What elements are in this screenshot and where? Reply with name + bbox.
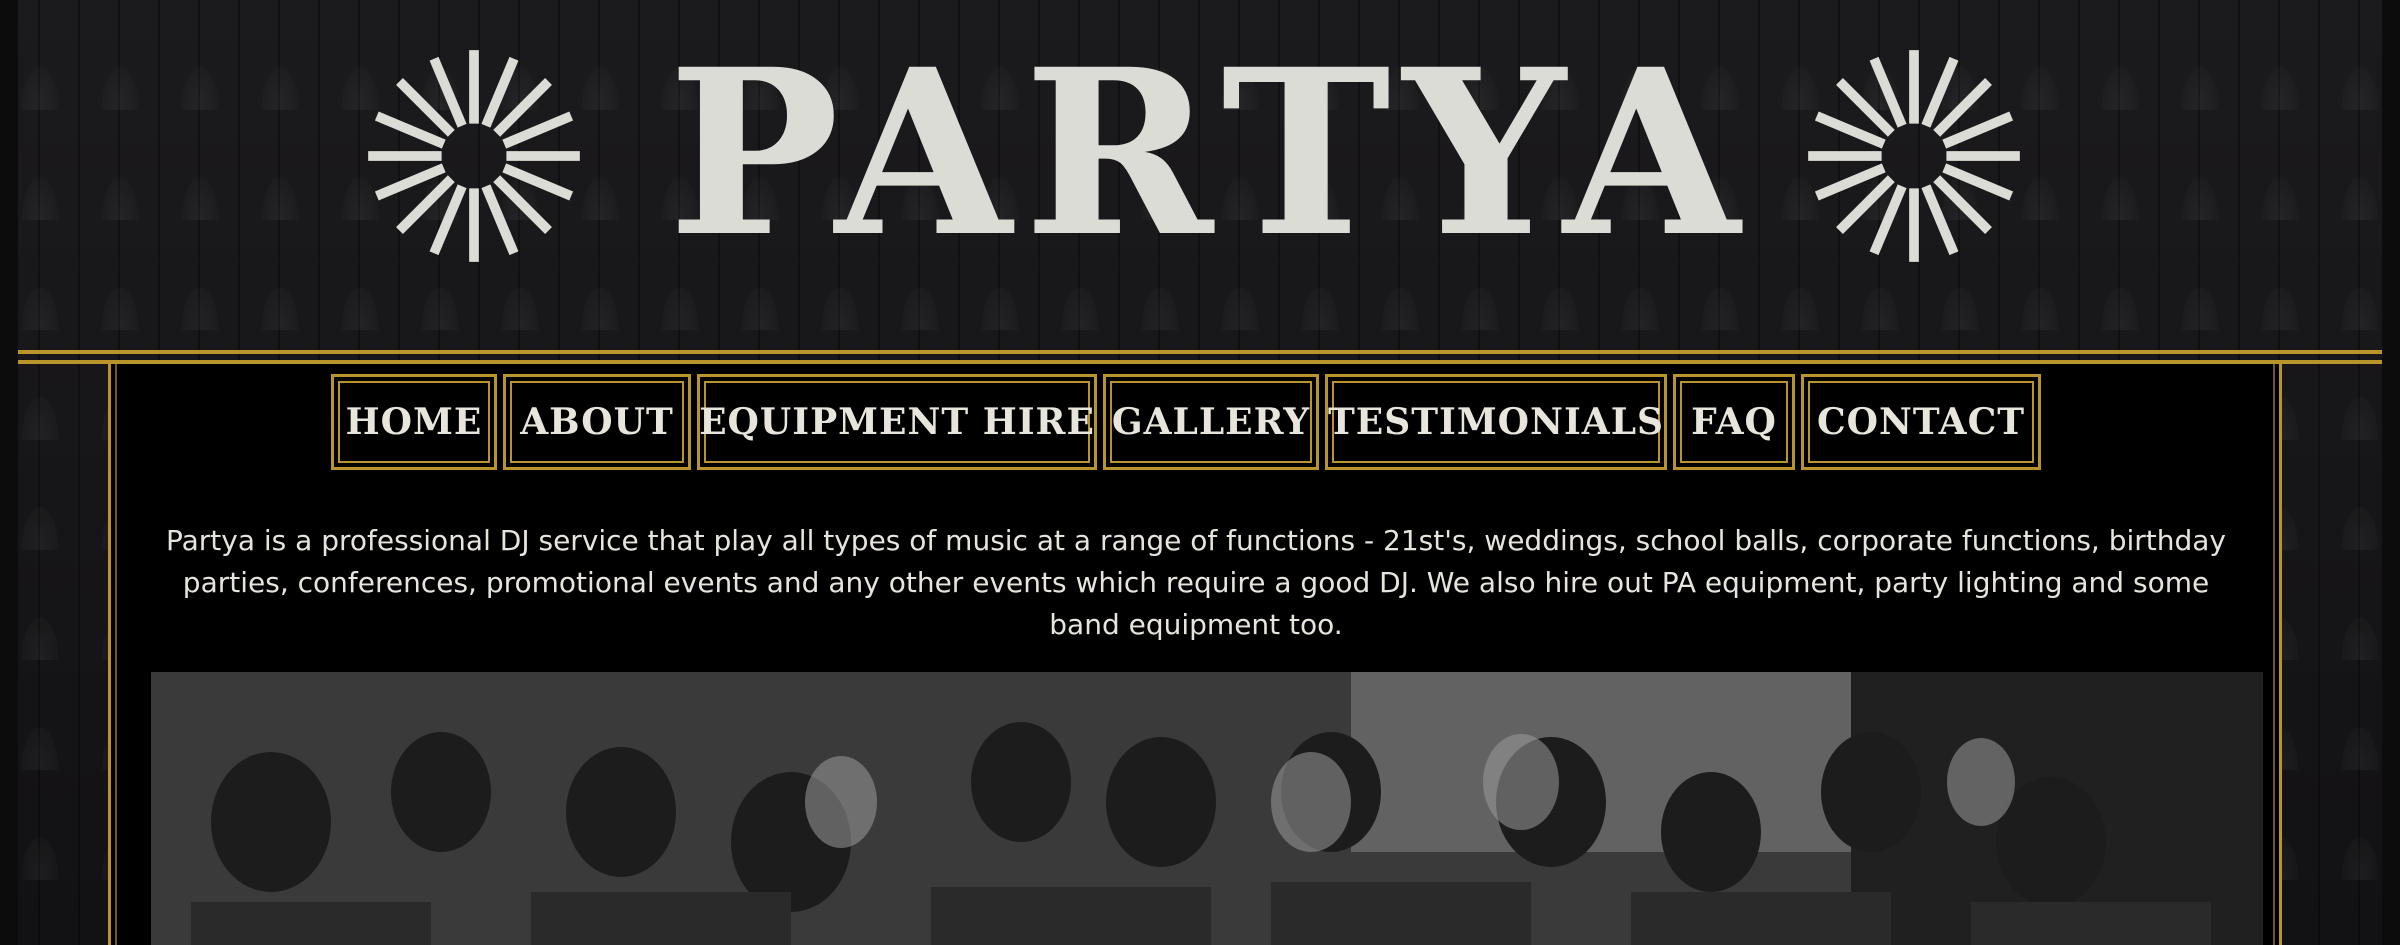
- nav-item-label: GALLERY: [1110, 381, 1312, 463]
- nav-item-testimonials[interactable]: TESTIMONIALS: [1325, 374, 1667, 470]
- nav-item-label: FAQ: [1680, 381, 1788, 463]
- site-header: PARTYA: [0, 0, 2400, 350]
- hero-photo: [151, 672, 2263, 945]
- nav-item-home[interactable]: HOME: [331, 374, 497, 470]
- nav-item-about[interactable]: ABOUT: [503, 374, 691, 470]
- nav-item-contact[interactable]: CONTACT: [1801, 374, 2041, 470]
- nav-item-gallery[interactable]: GALLERY: [1103, 374, 1319, 470]
- nav-item-label: TESTIMONIALS: [1328, 381, 1663, 463]
- hero-photo-image: [151, 672, 2263, 945]
- nav-item-label: CONTACT: [1808, 381, 2034, 463]
- content-panel: HOME ABOUT EQUIPMENT HIRE GALLERY TESTIM…: [108, 364, 2282, 945]
- nav-item-equipment-hire[interactable]: EQUIPMENT HIRE: [697, 374, 1097, 470]
- nav-item-faq[interactable]: FAQ: [1673, 374, 1795, 470]
- site-logo[interactable]: PARTYA: [610, 38, 1810, 268]
- intro-text: Partya is a professional DJ service that…: [165, 524, 2226, 641]
- nav-item-label: HOME: [338, 381, 490, 463]
- starburst-icon: [1808, 50, 2020, 262]
- main-nav: HOME ABOUT EQUIPMENT HIRE GALLERY TESTIM…: [331, 374, 2041, 470]
- starburst-icon: [368, 50, 580, 262]
- nav-item-label: EQUIPMENT HIRE: [699, 381, 1094, 463]
- nav-item-label: ABOUT: [510, 381, 684, 463]
- gold-divider: [18, 350, 2382, 364]
